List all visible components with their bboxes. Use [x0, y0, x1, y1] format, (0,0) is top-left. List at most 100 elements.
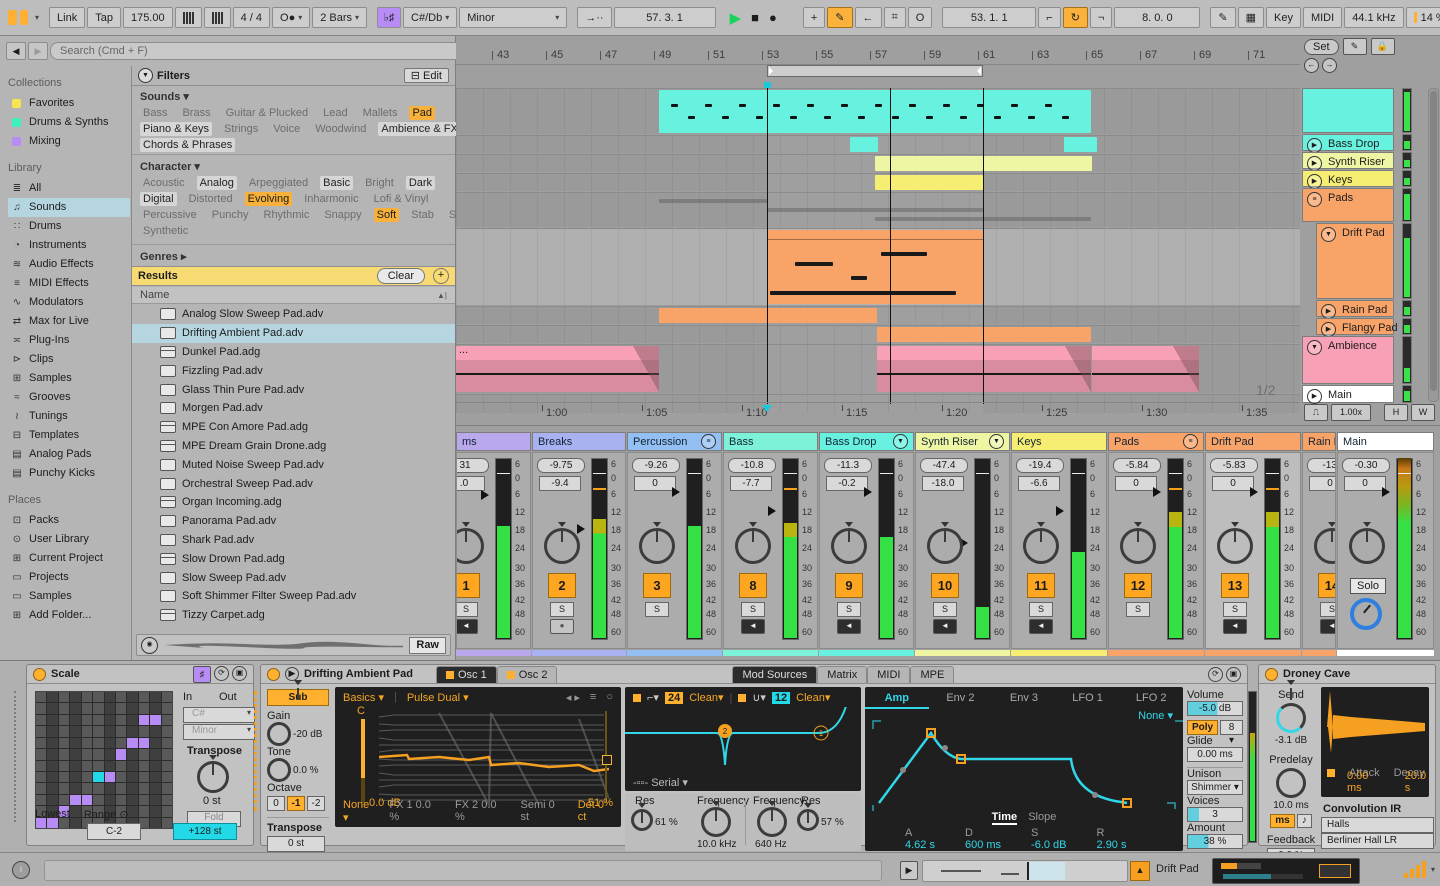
fold-icon[interactable]: ▼: [1307, 340, 1322, 355]
sidebar-item-sounds[interactable]: ♫ Sounds: [8, 198, 130, 217]
scale-grid-cell[interactable]: [70, 749, 81, 760]
scale-grid-cell[interactable]: [58, 703, 70, 714]
scale-transpose-knob[interactable]: [197, 755, 229, 793]
scale-grid-cell[interactable]: [150, 760, 161, 771]
pan-knob[interactable]: [1314, 522, 1335, 564]
scale-grid-cell[interactable]: [115, 692, 127, 703]
metronome-button[interactable]: O● ▾: [272, 7, 311, 28]
volume-field[interactable]: -9.4: [539, 476, 581, 491]
mixer-channel-header[interactable]: Bass: [723, 432, 818, 451]
monitor-speaker-button[interactable]: ◄: [837, 619, 861, 634]
drift-poly-button[interactable]: Poly: [1187, 720, 1219, 735]
cpu-meter[interactable]: 14 %▾: [1405, 7, 1440, 28]
nudge-up-button[interactable]: [203, 7, 231, 28]
sidebar-item-mixing[interactable]: Mixing: [8, 132, 130, 151]
sort-icon[interactable]: ▲|: [437, 291, 447, 300]
character-tag-rhythmic[interactable]: Rhythmic: [261, 208, 313, 222]
result-item[interactable]: Analog Slow Sweep Pad.adv: [132, 305, 455, 324]
scale-grid-cell[interactable]: [93, 760, 104, 771]
track-header-keys[interactable]: ▶ Keys: [1302, 170, 1426, 189]
track-header-flangy-pad[interactable]: ▶ Flangy Pad: [1302, 318, 1426, 337]
scale-grid-cell[interactable]: [36, 703, 47, 714]
monitor-speaker-button[interactable]: ◄: [1223, 619, 1247, 634]
session-record-button[interactable]: O: [907, 7, 933, 28]
drift-unison-menu[interactable]: Shimmer ▾: [1187, 780, 1243, 795]
sidebar-item-add-folder-[interactable]: ⊞ Add Folder...: [8, 606, 130, 625]
mixer-channel-rain-p[interactable]: Rain P-13.014S◄6061218243036424860: [1302, 432, 1336, 656]
character-tag-digital[interactable]: Digital: [140, 192, 177, 206]
scale-grid-cell[interactable]: [47, 760, 58, 771]
monitor-speaker-button[interactable]: ◄: [741, 619, 765, 634]
scale-grid-cell[interactable]: [58, 760, 70, 771]
automation-arm-button[interactable]: ✎: [827, 7, 853, 28]
filter-section-sounds[interactable]: Sounds ▾: [140, 90, 189, 103]
scale-grid-cell[interactable]: [70, 794, 81, 806]
pan-knob[interactable]: [457, 522, 484, 564]
character-tag-distorted[interactable]: Distorted: [186, 192, 236, 206]
character-tag-stab[interactable]: Stab: [408, 208, 437, 222]
clip[interactable]: [767, 308, 877, 323]
group-icon[interactable]: ≡: [1183, 434, 1198, 449]
peak-level-display[interactable]: -11.3: [824, 458, 872, 473]
result-item[interactable]: Slow Drown Pad.adg: [132, 549, 455, 568]
scale-grid-cell[interactable]: [138, 783, 150, 794]
scale-grid-cell[interactable]: [127, 783, 138, 794]
ir-attack-value[interactable]: 0.00 ms: [1347, 770, 1379, 794]
result-item[interactable]: MPE Dream Grain Drone.adg: [132, 437, 455, 456]
track-number-button[interactable]: 12: [1124, 573, 1152, 598]
sidebar-item-packs[interactable]: ⊡ Packs: [8, 511, 130, 530]
scale-grid-cell[interactable]: [150, 817, 161, 828]
device-panel-toggle[interactable]: ▲: [1130, 861, 1150, 881]
drift-volume-value[interactable]: -5.0 dB: [1187, 701, 1243, 716]
scale-grid-cell[interactable]: [58, 726, 70, 737]
octave-button--1[interactable]: -1: [287, 796, 305, 811]
scale-grid-cell[interactable]: [93, 714, 104, 726]
scale-grid-cell[interactable]: [47, 749, 58, 760]
track-header-breaks[interactable]: [1302, 88, 1426, 133]
scale-grid-cell[interactable]: [47, 726, 58, 737]
scale-grid-cell[interactable]: [150, 714, 161, 726]
scale-grid-cell[interactable]: [70, 760, 81, 771]
pan-knob[interactable]: [927, 522, 963, 564]
tab-mpe[interactable]: MPE: [910, 665, 955, 683]
track-header-box[interactable]: ▶ Rain Pad: [1316, 300, 1394, 319]
scale-grid-cell[interactable]: [115, 794, 127, 806]
osc-detune-value[interactable]: Det 0 ct: [578, 799, 615, 824]
tab-osc-1[interactable]: Osc 1: [435, 665, 497, 683]
mixer-channel-drift-pad[interactable]: Drift Pad -5.83 0 13 S ◄ 6 0 6 12 18 24 30 36 42 48 60: [1205, 432, 1301, 656]
scale-grid-cell[interactable]: [138, 692, 150, 703]
track-header-box[interactable]: [1302, 88, 1394, 133]
scale-grid-cell[interactable]: [127, 726, 138, 737]
arrangement-overview[interactable]: [922, 860, 1128, 882]
track-number-button[interactable]: 8: [739, 573, 767, 598]
scale-menu[interactable]: Minor ▾: [459, 7, 568, 28]
mixer-channel-header[interactable]: Drift Pad: [1205, 432, 1301, 451]
tap-tempo-button[interactable]: Tap: [87, 7, 121, 28]
sidebar-item-all[interactable]: ≣ All: [8, 179, 130, 198]
osc-pitch-slider[interactable]: [361, 719, 365, 803]
filter-section-character[interactable]: Character ▾: [140, 160, 200, 173]
scale-grid-cell[interactable]: [161, 771, 172, 783]
clip[interactable]: [1064, 137, 1097, 152]
sidebar-item-modulators[interactable]: ∿ Modulators: [8, 293, 130, 312]
key-icon[interactable]: ♭♯: [377, 7, 402, 28]
reverb-device-on-toggle[interactable]: [1265, 667, 1278, 681]
solo-button[interactable]: S: [645, 602, 669, 617]
raw-button[interactable]: Raw: [409, 636, 446, 654]
result-item[interactable]: Muted Noise Sweep Pad.adv: [132, 455, 455, 474]
scale-transpose-value[interactable]: 0 st: [203, 795, 221, 807]
scale-grid-cell[interactable]: [138, 806, 150, 817]
track-header-synth-riser[interactable]: ▶ Synth Riser: [1302, 152, 1426, 171]
filter2-on-toggle[interactable]: [738, 693, 747, 702]
adsr-r-value[interactable]: 2.90 s: [1097, 839, 1127, 851]
scale-grid-cell[interactable]: [150, 726, 161, 737]
sounds-tag-chords-phrases[interactable]: Chords & Phrases: [140, 138, 236, 152]
scale-grid-cell[interactable]: [138, 737, 150, 749]
filter1-slope-badge[interactable]: 24: [664, 691, 684, 704]
track-header-box[interactable]: ▶ Keys: [1302, 170, 1394, 189]
env-tab-env-2[interactable]: Env 2: [929, 689, 993, 709]
scale-grid-cell[interactable]: [138, 794, 150, 806]
link-button[interactable]: Link: [49, 7, 86, 28]
scale-grid-cell[interactable]: [47, 794, 58, 806]
osc-route-menu[interactable]: None ▾: [343, 799, 377, 824]
